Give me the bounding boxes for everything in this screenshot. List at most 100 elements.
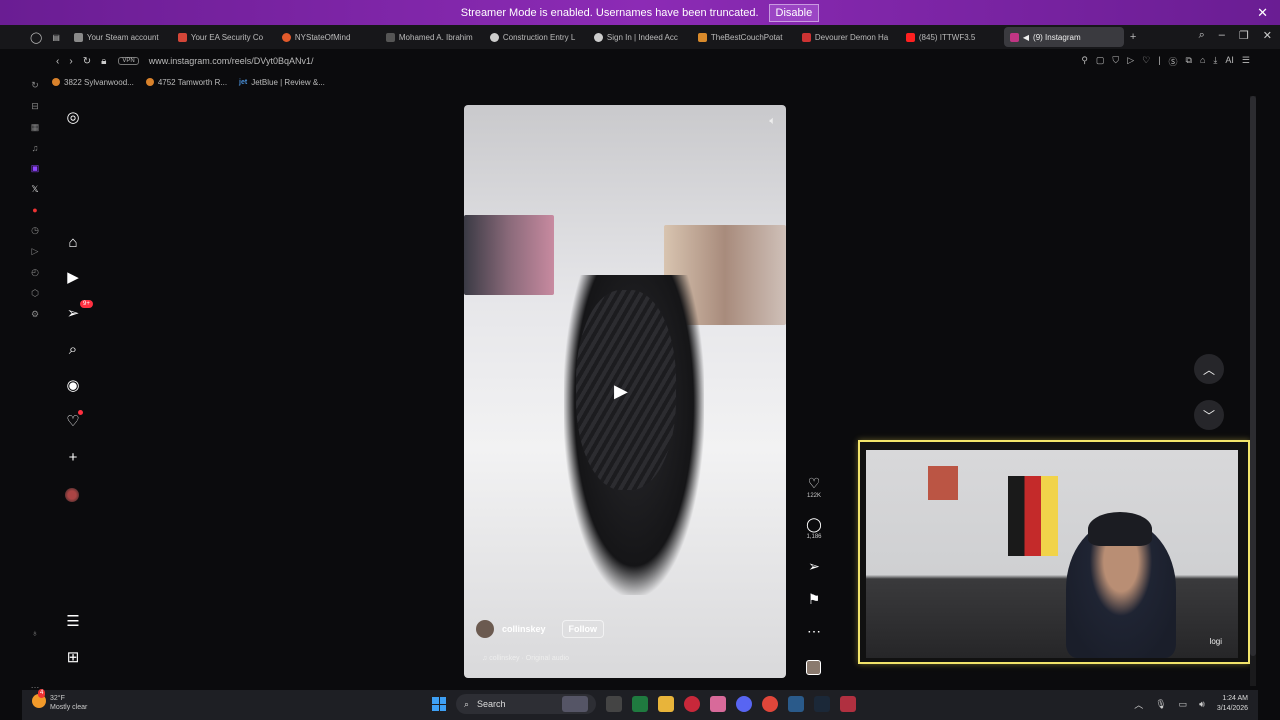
opera-gx-icon[interactable] bbox=[840, 696, 856, 712]
reload-icon[interactable]: ↻ bbox=[83, 56, 91, 67]
chevron-up-icon: ︿ bbox=[1202, 362, 1215, 377]
download-icon[interactable]: ⤓ bbox=[1213, 55, 1217, 68]
maximize-icon[interactable]: ❐ bbox=[1239, 29, 1249, 42]
bookmark-item[interactable]: jet JetBlue | Review &... bbox=[239, 78, 325, 87]
opera-icon[interactable] bbox=[684, 696, 700, 712]
scrollbar-thumb[interactable] bbox=[1250, 96, 1256, 656]
reel-audio[interactable]: ♫ collinskey · Original audio bbox=[482, 655, 569, 662]
settings-icon[interactable]: ⚙ bbox=[31, 309, 39, 320]
screenshot-icon[interactable]: ▢ bbox=[1096, 55, 1105, 68]
tab-couchpotato[interactable]: TheBestCouchPotat bbox=[692, 27, 796, 47]
personal-profile-icon[interactable]: ♁ bbox=[32, 628, 39, 638]
previous-reel-button[interactable]: ︿ bbox=[1194, 354, 1224, 384]
disable-streamer-mode-button[interactable]: Disable bbox=[768, 3, 820, 22]
play-icon[interactable]: ▷ bbox=[1127, 55, 1134, 68]
discord-icon[interactable] bbox=[736, 696, 752, 712]
tab-steam[interactable]: Your Steam account bbox=[68, 27, 172, 47]
volume-icon[interactable]: 🔊︎ bbox=[1199, 699, 1205, 710]
bookmark-item[interactable]: 3822 Sylvanwood... bbox=[52, 78, 134, 87]
more-button[interactable]: ⋯ bbox=[800, 623, 828, 640]
x-icon[interactable]: 𝕏 bbox=[31, 184, 38, 195]
like-button[interactable]: ♡ 122K bbox=[800, 475, 828, 499]
messages-icon[interactable]: ➢ 9+ bbox=[64, 300, 93, 322]
follow-button[interactable]: Follow bbox=[561, 620, 605, 638]
create-icon[interactable]: + bbox=[64, 448, 82, 466]
microphone-icon[interactable]: 🎙︎ bbox=[1155, 699, 1166, 710]
taskview-icon[interactable] bbox=[606, 696, 622, 712]
twitch-icon[interactable]: ▣ bbox=[31, 163, 40, 174]
url-field[interactable]: www.instagram.com/reels/DVyt0BqANv1/ bbox=[149, 56, 314, 66]
save-button[interactable]: ⚑ bbox=[800, 591, 828, 608]
tab-construction[interactable]: Construction Entry L bbox=[484, 27, 588, 47]
tab-youtube[interactable]: (845) ITTWF3.5 bbox=[900, 27, 1004, 47]
heart-icon[interactable]: ♡ bbox=[1142, 55, 1150, 68]
shield-icon[interactable]: ⛉ bbox=[1112, 55, 1119, 68]
red-dot-icon[interactable]: ● bbox=[32, 205, 37, 215]
share-button[interactable]: ➢ bbox=[800, 558, 828, 575]
s-extension-icon[interactable]: Ⓢ bbox=[1169, 55, 1178, 68]
menu-icon[interactable]: ☰ bbox=[1242, 55, 1250, 68]
apps-grid-icon[interactable]: ⊞ bbox=[64, 648, 82, 666]
instagram-logo-icon[interactable]: ◎ bbox=[64, 108, 82, 126]
taskbar-search[interactable]: ⌕ Search bbox=[456, 694, 596, 714]
bookmark-item[interactable]: 4752 Tamworth R... bbox=[145, 78, 227, 87]
notifications-heart-icon[interactable]: ♡ bbox=[64, 410, 83, 430]
back-icon[interactable]: ‹ bbox=[56, 56, 59, 67]
next-reel-button[interactable]: ﹀ bbox=[1194, 400, 1224, 430]
reels-icon[interactable]: ▶ bbox=[64, 268, 82, 286]
reel-video[interactable]: ▶ 🔈︎ collinskey Follow ♫ collinskey · Or… bbox=[464, 105, 786, 678]
puzzle-icon[interactable]: ⧉ bbox=[1186, 55, 1192, 68]
windows-start-icon[interactable] bbox=[432, 697, 446, 711]
play-icon[interactable]: ▶ bbox=[614, 381, 628, 402]
search-tabs-icon[interactable]: ⌕ bbox=[1199, 29, 1205, 42]
mute-icon[interactable]: 🔈︎ bbox=[769, 115, 776, 128]
tab-instagram[interactable]: ◀ (9) Instagram bbox=[1003, 27, 1124, 47]
tab-nystateofmind[interactable]: NYStateOfMind bbox=[276, 27, 380, 47]
more-menu-icon[interactable]: ☰ bbox=[64, 612, 82, 630]
weather-widget[interactable]: 4 32°F Mostly clear bbox=[32, 689, 87, 712]
player-icon[interactable]: ▷ bbox=[32, 246, 39, 257]
explore-icon[interactable]: ◉ bbox=[64, 376, 82, 394]
tab-mohamed[interactable]: Mohamed A. Ibrahim bbox=[380, 27, 484, 47]
tab-indeed[interactable]: Sign In | Indeed Acc bbox=[588, 27, 692, 47]
home-icon[interactable]: ⌂ bbox=[64, 233, 82, 251]
comment-button[interactable]: ◯ 1,186 bbox=[800, 516, 828, 540]
app-icon[interactable] bbox=[788, 696, 804, 712]
box-icon[interactable]: ⬡ bbox=[31, 288, 39, 299]
steam-icon[interactable] bbox=[814, 696, 830, 712]
author-avatar[interactable] bbox=[476, 620, 494, 638]
clock-icon[interactable]: ◷ bbox=[31, 225, 39, 236]
forward-icon[interactable]: › bbox=[69, 56, 72, 67]
chrome-icon[interactable] bbox=[762, 696, 778, 712]
clock[interactable]: 1:24 AM 3/14/2026 bbox=[1217, 694, 1248, 714]
briefcase-icon[interactable]: ⊟ bbox=[31, 101, 39, 112]
tab-list-icon[interactable]: ▤ bbox=[52, 33, 60, 42]
chat-icon[interactable]: ▦ bbox=[31, 122, 40, 133]
paint-icon[interactable] bbox=[710, 696, 726, 712]
tray-expand-icon[interactable]: ︿ bbox=[1134, 698, 1143, 711]
search-icon[interactable]: ⌕ bbox=[64, 340, 82, 358]
history-icon[interactable]: ◴ bbox=[31, 267, 39, 278]
file-explorer-icon[interactable] bbox=[658, 696, 674, 712]
pin-icon[interactable]: ⚲ bbox=[1081, 55, 1088, 68]
vpn-badge[interactable]: VPN bbox=[118, 57, 139, 65]
close-icon[interactable]: ✕ bbox=[1257, 5, 1268, 21]
tab-devourer[interactable]: Devourer Demon Ha bbox=[796, 27, 900, 47]
bag-icon[interactable]: ⌂ bbox=[1200, 55, 1205, 68]
new-tab-icon[interactable]: + bbox=[1130, 31, 1136, 43]
monitor-icon[interactable]: ▭ bbox=[1179, 699, 1188, 710]
excel-icon[interactable] bbox=[632, 696, 648, 712]
profile-avatar[interactable] bbox=[65, 488, 79, 502]
author-username[interactable]: collinskey bbox=[502, 624, 546, 634]
ai-icon[interactable]: AI bbox=[1225, 55, 1234, 68]
speaker-icon[interactable]: ◀ bbox=[1023, 33, 1029, 42]
tab-ea[interactable]: Your EA Security Co bbox=[172, 27, 276, 47]
more-options-icon[interactable]: … bbox=[31, 680, 40, 690]
page-scrollbar[interactable] bbox=[1250, 96, 1256, 686]
close-window-icon[interactable]: ✕ bbox=[1263, 29, 1272, 42]
audio-thumbnail[interactable] bbox=[806, 660, 821, 675]
minimize-icon[interactable]: – bbox=[1219, 29, 1225, 42]
music-icon[interactable]: ♫ bbox=[32, 143, 39, 153]
opera-logo-icon[interactable]: ◯ bbox=[30, 31, 42, 44]
refresh-sidebar-icon[interactable]: ↻ bbox=[31, 80, 39, 91]
